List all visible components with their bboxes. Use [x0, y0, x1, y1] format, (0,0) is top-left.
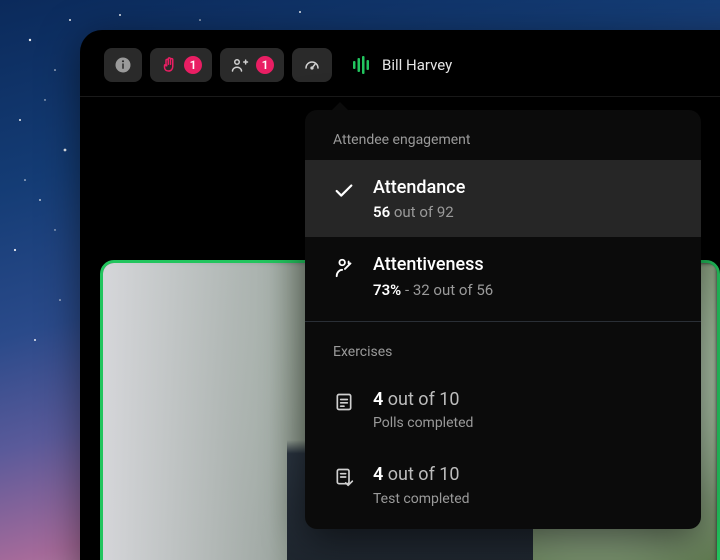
- hand-count-badge: 1: [184, 56, 202, 74]
- check-icon: [333, 180, 355, 202]
- polls-count: 4 out of 10: [373, 388, 673, 411]
- person-attentive-icon: [333, 257, 355, 279]
- info-button[interactable]: [104, 48, 142, 82]
- app-window: 1 1 Bill Harvey Attendee engagement: [80, 30, 720, 560]
- test-icon: [334, 467, 354, 487]
- engagement-button[interactable]: [292, 48, 332, 82]
- poll-icon: [334, 392, 354, 412]
- section-title-engagement: Attendee engagement: [305, 110, 701, 160]
- attendance-detail: 56 out of 92: [373, 203, 673, 221]
- raise-hand-button[interactable]: 1: [150, 48, 212, 82]
- tests-count: 4 out of 10: [373, 463, 673, 486]
- menu-item-attendance[interactable]: Attendance 56 out of 92: [305, 160, 701, 237]
- engagement-dropdown: Attendee engagement Attendance 56 out of…: [305, 110, 701, 529]
- menu-item-tests[interactable]: 4 out of 10 Test completed: [305, 447, 701, 522]
- toolbar: 1 1 Bill Harvey: [80, 30, 720, 97]
- active-speaker: Bill Harvey: [352, 56, 452, 74]
- people-count-badge: 1: [256, 56, 274, 74]
- active-speaker-name: Bill Harvey: [382, 56, 452, 74]
- tests-label: Test completed: [373, 491, 673, 507]
- section-title-exercises: Exercises: [305, 322, 701, 372]
- info-icon: [114, 56, 132, 74]
- attentiveness-title: Attentiveness: [373, 253, 673, 276]
- participants-button[interactable]: 1: [220, 48, 284, 82]
- attentiveness-detail: 73% - 32 out of 56: [373, 281, 673, 299]
- people-icon: [230, 56, 250, 74]
- gauge-icon: [302, 56, 322, 74]
- menu-item-attentiveness[interactable]: Attentiveness 73% - 32 out of 56: [305, 237, 701, 314]
- polls-label: Polls completed: [373, 415, 673, 431]
- audio-bars-icon: [352, 56, 372, 74]
- menu-item-polls[interactable]: 4 out of 10 Polls completed: [305, 372, 701, 447]
- attendance-title: Attendance: [373, 176, 673, 199]
- hand-icon: [160, 56, 178, 74]
